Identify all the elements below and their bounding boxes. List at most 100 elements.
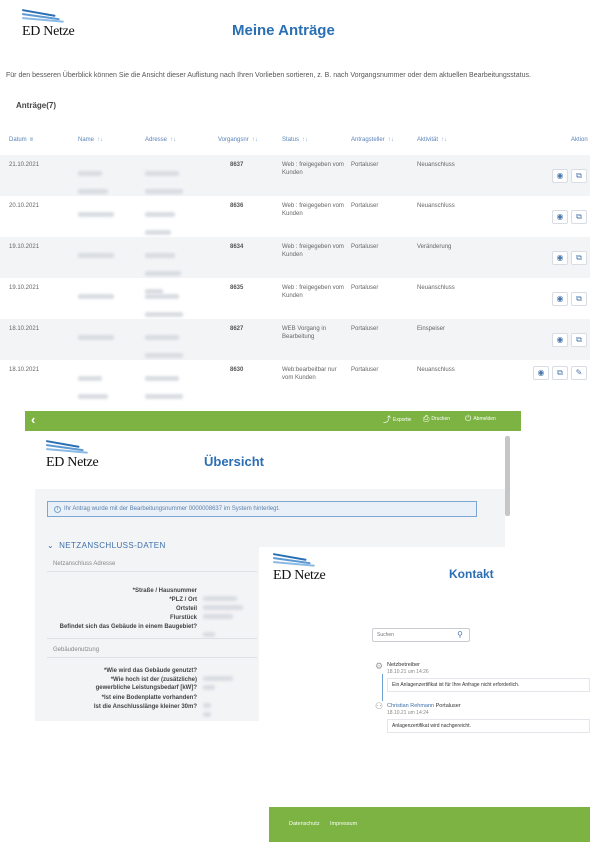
printer-icon: ⎙ [423, 414, 430, 423]
impressum-link[interactable]: Impressum [330, 821, 357, 827]
field-label: *Wie hoch ist der (zusätzliche) gewerbli… [95, 677, 197, 691]
sort-icon[interactable]: ↑↓ [388, 137, 394, 143]
intro-text: Für den besseren Überblick können Sie di… [6, 72, 531, 79]
info-icon: i [54, 506, 61, 513]
kontakt-screenshot: ED Netze Kontakt Suchen ⚲ ⚙ Netzbetreibe… [259, 547, 590, 842]
view-icon[interactable]: ◉ [533, 366, 549, 380]
print-button[interactable]: ⎙ Drucken [423, 414, 450, 424]
operator-avatar-icon: ⚙ [375, 661, 384, 671]
ed-netze-logo: ED Netze [45, 439, 99, 471]
logout-button[interactable]: ⏻ Abmelden [465, 414, 496, 424]
field-label: Flurstück [169, 615, 197, 621]
thread-line [382, 674, 383, 701]
field-label: *Straße / Hausnummer [132, 588, 197, 594]
page-title: Übersicht [204, 454, 264, 469]
column-header-adresse[interactable]: Adresse ↑↓ [145, 137, 176, 143]
blurred-value [203, 704, 211, 721]
blurred-address [145, 204, 175, 240]
column-header-datum[interactable]: Datum ⩸ [9, 137, 33, 144]
sender-link[interactable]: Christian Rehmann [387, 703, 434, 709]
column-header-antragsteller[interactable]: Antragsteller ↑↓ [351, 137, 394, 143]
column-header-status[interactable]: Status ↑↓ [282, 137, 308, 143]
back-arrow-icon[interactable]: ‹ [31, 412, 35, 427]
copy-icon[interactable]: ⧉ [571, 292, 587, 306]
top-bar: ‹ ⤴ Exportie ⎙ Drucken ⏻ Abmelden [25, 411, 521, 431]
message-item: Netzbetreiber 18.10.21 um 14:26 Ein Anla… [387, 662, 590, 692]
scrollbar[interactable] [505, 436, 510, 516]
blurred-address [145, 368, 183, 404]
export-button[interactable]: ⤴ Exportie [383, 414, 411, 425]
ed-netze-logo: ED Netze [272, 552, 326, 584]
view-icon[interactable]: ◉ [552, 210, 568, 224]
view-icon[interactable]: ◉ [552, 169, 568, 183]
divider [47, 571, 257, 572]
datenschutz-link[interactable]: Datenschutz [289, 821, 320, 827]
search-input[interactable]: Suchen ⚲ [372, 628, 470, 642]
blurred-value [203, 606, 233, 624]
column-header-aktion: Aktion [571, 137, 588, 143]
blurred-address [145, 286, 183, 322]
section-toggle-netzanschluss[interactable]: ⌄ NETZANSCHLUSS-DATEN [47, 541, 166, 550]
filter-icon[interactable]: ⩸ [30, 137, 34, 143]
field-label: *PLZ / Ort [169, 597, 197, 603]
power-icon: ⏻ [465, 414, 472, 423]
sort-icon[interactable]: ↑↓ [302, 137, 308, 143]
field-label: *Wie wird das Gebäude genutzt? [104, 668, 197, 674]
subsection-title: Netzanschluss Adresse [53, 561, 116, 567]
page-title: Meine Anträge [232, 22, 335, 39]
sort-icon[interactable]: ↑↓ [252, 137, 258, 143]
subsection-title: Gebäudenutzung [53, 647, 100, 653]
copy-icon[interactable]: ⧉ [571, 169, 587, 183]
table-row[interactable]: 21.10.2021 8637 Web : freigegeben vom Ku… [0, 155, 590, 196]
field-label: Ortsteil [175, 606, 197, 612]
logo-lines-icon [272, 552, 325, 568]
antraege-count: Anträge(7) [16, 101, 57, 110]
logo-lines-icon [21, 8, 74, 24]
blurred-name [78, 286, 114, 304]
user-avatar-icon: ⚇ [375, 701, 384, 711]
blurred-address [145, 163, 183, 199]
blurred-value [203, 677, 215, 695]
copy-icon[interactable]: ⧉ [552, 366, 568, 380]
table-row[interactable]: 19.10.2021 8635 Web : freigegeben vom Ku… [0, 278, 590, 319]
sort-icon[interactable]: ↑↓ [97, 137, 103, 143]
sort-icon[interactable]: ↑↓ [441, 137, 447, 143]
blurred-address [145, 327, 183, 363]
field-label: *Ist eine Bodenplatte vorhanden? [101, 695, 197, 701]
column-header-name[interactable]: Name ↑↓ [78, 137, 103, 143]
export-icon: ⤴ [383, 415, 391, 424]
chevron-down-icon: ⌄ [47, 541, 55, 550]
info-message: i Ihr Antrag wurde mit der Bearbeitungsnu… [47, 501, 477, 517]
blurred-value [203, 624, 215, 642]
view-icon[interactable]: ◉ [552, 333, 568, 347]
message-item: Christian Rehmann Portaluser 18.10.21 um… [387, 703, 590, 733]
footer: Datenschutz Impressum [269, 807, 590, 842]
table-row[interactable]: 18.10.2021 8627 WEB Vorgang in Bearbeitu… [0, 319, 590, 360]
field-label: Befindet sich das Gebäude in einem Bauge… [59, 624, 197, 630]
blurred-name [78, 327, 114, 345]
copy-icon[interactable]: ⧉ [571, 333, 587, 347]
edit-icon[interactable]: ✎ [571, 366, 587, 380]
logo-lines-icon [45, 439, 98, 455]
copy-icon[interactable]: ⧉ [571, 210, 587, 224]
divider [47, 638, 257, 639]
column-header-vorgangsnr[interactable]: Vorgangsnr ↑↓ [218, 137, 258, 143]
ed-netze-logo: ED Netze [21, 8, 75, 40]
blurred-name [78, 368, 108, 404]
sort-icon[interactable]: ↑↓ [170, 137, 176, 143]
field-label: Ist die Anschlusslänge kleiner 30m? [93, 704, 197, 710]
view-icon[interactable]: ◉ [552, 292, 568, 306]
view-icon[interactable]: ◉ [552, 251, 568, 265]
blurred-name [78, 204, 114, 222]
table-row[interactable]: 19.10.2021 8634 Web : freigegeben vom Ku… [0, 237, 590, 294]
divider [47, 657, 257, 658]
page-title: Kontakt [449, 567, 494, 581]
column-header-aktivitaet[interactable]: Aktivität ↑↓ [417, 137, 447, 143]
table-row[interactable]: 18.10.2021 8630 Web:bearbeitbar nur vom … [0, 360, 590, 401]
antraege-screenshot: ED Netze Meine Anträge Für den besseren … [0, 0, 590, 399]
table-row[interactable]: 20.10.2021 8636 Web : freigegeben vom Ku… [0, 196, 590, 237]
copy-icon[interactable]: ⧉ [571, 251, 587, 265]
search-icon[interactable]: ⚲ [457, 630, 463, 639]
blurred-name [78, 163, 108, 199]
blurred-name [78, 245, 114, 263]
